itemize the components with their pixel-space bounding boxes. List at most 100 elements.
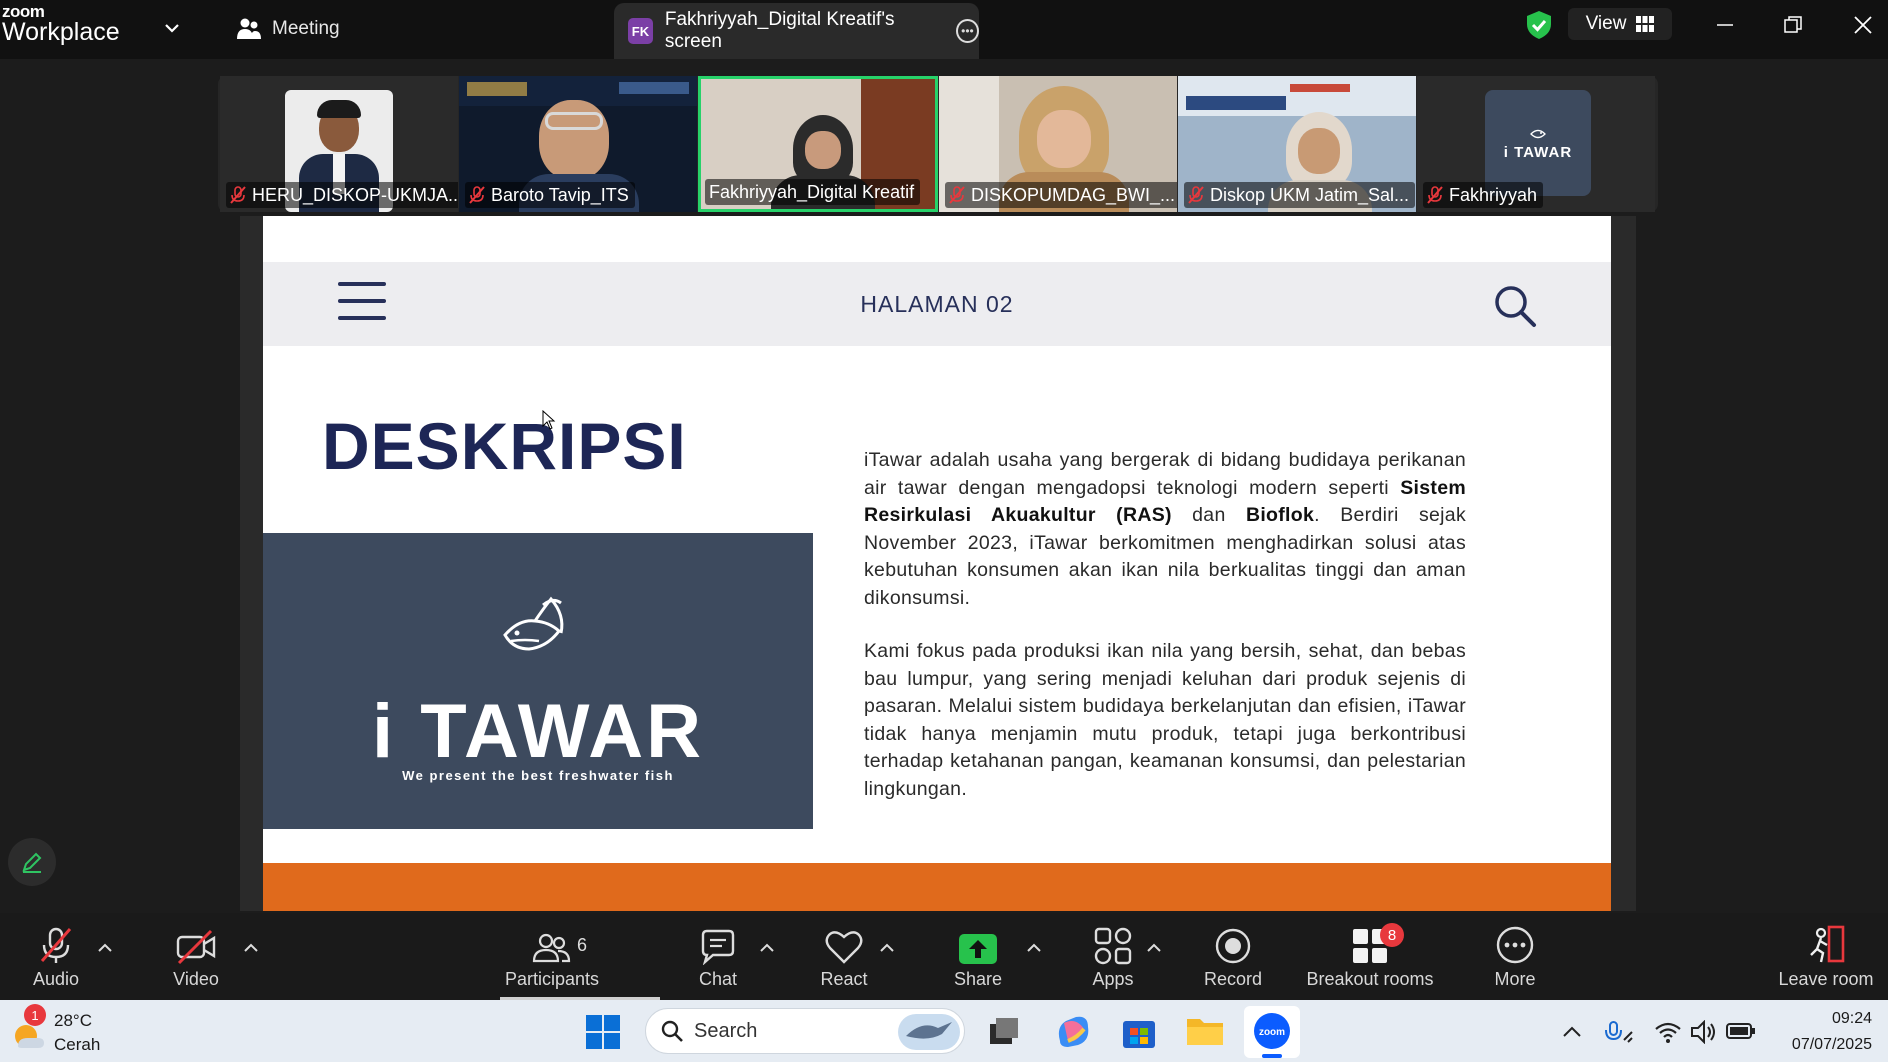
slide-footer-bar (263, 863, 1611, 911)
participant-name: Baroto Tavip_ITS (491, 184, 629, 205)
video-tile[interactable]: i TAWAR Fakhriyyah (1417, 76, 1655, 212)
taskbar-search-box[interactable]: Search (645, 1008, 965, 1054)
record-button[interactable]: Record (1193, 913, 1273, 1000)
participant-name-tag: Baroto Tavip_ITS (465, 182, 635, 208)
react-label: React (820, 969, 868, 989)
participants-label: Participants (504, 969, 600, 989)
mouse-cursor-icon (542, 410, 556, 430)
leave-room-icon (1810, 925, 1845, 963)
react-button[interactable]: React (806, 913, 882, 1000)
share-button[interactable]: Share (940, 913, 1016, 1000)
slide-title: DESKRIPSI (322, 409, 687, 483)
apps-button[interactable]: Apps (1075, 913, 1151, 1000)
search-highlight-bird-icon (898, 1014, 960, 1050)
search-icon (1495, 286, 1536, 327)
video-label: Video (173, 969, 219, 989)
leave-room-button[interactable]: Leave room (1770, 913, 1882, 1000)
leave-room-label: Leave room (1778, 969, 1874, 989)
mic-muted-icon (230, 186, 246, 204)
encryption-shield-icon[interactable] (1525, 10, 1553, 40)
store-icon (1123, 1021, 1155, 1048)
mic-muted-icon (40, 927, 72, 963)
zoom-taskbar-button[interactable]: zoom (1244, 1006, 1300, 1058)
mic-muted-icon (469, 186, 485, 204)
participant-name-tag: Diskop UKM Jatim_Sal... (1184, 182, 1416, 208)
video-tile[interactable]: Diskop UKM Jatim_Sal... (1178, 76, 1416, 212)
video-tile-active-speaker[interactable]: Fakhriyyah_Digital Kreatif (698, 76, 938, 212)
participant-name-tag: DISKOPUMDAG_BWI_... (945, 182, 1177, 208)
video-options-caret-icon[interactable] (242, 941, 260, 953)
file-explorer-button[interactable] (1186, 1015, 1224, 1052)
meeting-tab[interactable]: Meeting (236, 16, 340, 42)
clock-time[interactable]: 09:24 (1780, 1010, 1872, 1028)
video-off-icon (176, 929, 216, 965)
more-button[interactable]: More (1475, 913, 1555, 1000)
microsoft-store-button[interactable] (1122, 1015, 1156, 1054)
close-button[interactable] (1843, 10, 1883, 40)
apps-icon (1094, 927, 1132, 965)
clock-date[interactable]: 07/07/2025 (1760, 1036, 1872, 1054)
brand-logo-panel: i TAWAR We present the best freshwater f… (263, 533, 813, 829)
participant-name: Fakhriyyah_Digital Kreatif (709, 181, 915, 202)
participant-name: Diskop UKM Jatim_Sal... (1210, 184, 1410, 205)
breakout-rooms-button[interactable]: Breakout rooms (1300, 913, 1440, 1000)
weather-condition: Cerah (54, 1035, 101, 1054)
sharer-initials-badge: FK (628, 18, 653, 44)
weather-widget[interactable]: 1 (8, 1004, 48, 1052)
start-button[interactable] (585, 1014, 621, 1055)
chat-button[interactable]: Chat (680, 913, 756, 1000)
more-label: More (1494, 969, 1536, 989)
participant-name: HERU_DISKOP-UKMJA... (252, 184, 458, 205)
weather-notification-badge: 1 (24, 1004, 46, 1026)
breakout-rooms-badge: 8 (1380, 923, 1404, 947)
task-view-button[interactable] (988, 1016, 1020, 1051)
more-options-icon[interactable]: ••• (955, 19, 979, 43)
heart-icon (825, 931, 863, 964)
video-button[interactable]: Video (150, 913, 242, 1000)
minimize-button[interactable] (1705, 10, 1745, 40)
chevron-down-icon[interactable] (162, 18, 182, 38)
mic-in-use-icon[interactable] (1604, 1020, 1634, 1046)
audio-button[interactable]: Audio (10, 913, 102, 1000)
chat-label: Chat (698, 969, 738, 989)
apps-label: Apps (1092, 969, 1134, 989)
fish-logo-icon (1530, 129, 1546, 138)
windows-logo-icon (586, 1015, 620, 1049)
mic-muted-icon (1427, 186, 1443, 204)
svg-text:zoom: zoom (1259, 1027, 1285, 1038)
fish-logo-icon (503, 596, 564, 651)
volume-icon[interactable] (1690, 1020, 1718, 1044)
video-tile[interactable]: Baroto Tavip_ITS (459, 76, 697, 212)
participants-icon (532, 933, 571, 963)
annotate-button[interactable] (8, 838, 56, 886)
taskbar-search-placeholder: Search (694, 1019, 758, 1042)
share-options-caret-icon[interactable] (1025, 941, 1043, 953)
video-tile[interactable]: DISKOPUMDAG_BWI_... (939, 76, 1177, 212)
view-button-label: View (1585, 13, 1627, 34)
audio-options-caret-icon[interactable] (96, 941, 114, 953)
wifi-icon[interactable] (1654, 1020, 1682, 1044)
slide-page-label: HALAMAN 02 (860, 291, 1014, 317)
zoom-app-icon: zoom (1254, 1013, 1290, 1049)
apps-options-caret-icon[interactable] (1145, 941, 1163, 953)
chat-icon (701, 929, 735, 965)
video-tile[interactable]: HERU_DISKOP-UKMJA... (220, 76, 458, 212)
description-paragraph-1: iTawar adalah usaha yang bergerak di bid… (864, 449, 1467, 609)
folder-icon (1187, 1019, 1223, 1045)
react-options-caret-icon[interactable] (878, 941, 896, 953)
restore-button[interactable] (1773, 10, 1813, 40)
avatar-brand-text: i TAWAR (1503, 143, 1573, 161)
screen-share-tab[interactable]: FK Fakhriyyah_Digital Kreatif's screen •… (614, 3, 979, 59)
battery-icon[interactable] (1726, 1022, 1756, 1040)
mic-muted-icon (949, 186, 965, 204)
chat-options-caret-icon[interactable] (758, 941, 776, 953)
participants-count: 6 (577, 935, 588, 955)
participants-button[interactable]: Participants (490, 913, 614, 1000)
view-button[interactable]: View (1568, 8, 1672, 40)
participant-avatar: i TAWAR (1485, 90, 1591, 196)
mic-muted-icon (1188, 186, 1204, 204)
share-label: Share (953, 969, 1003, 989)
close-icon (1854, 16, 1872, 34)
chevron-up-icon[interactable] (1562, 1024, 1582, 1038)
copilot-button[interactable] (1054, 1013, 1092, 1054)
